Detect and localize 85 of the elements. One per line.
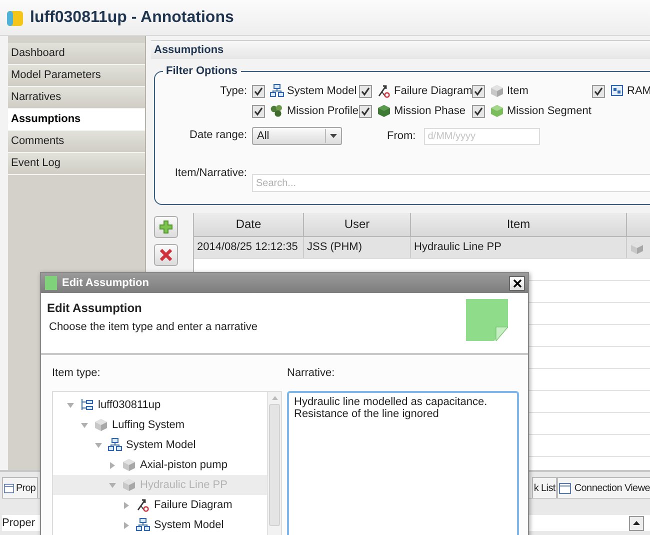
window-icon — [610, 84, 624, 98]
scrollbar[interactable] — [267, 392, 281, 535]
blob-icon — [270, 104, 284, 118]
cube-icon — [94, 418, 108, 432]
sidebar-item[interactable]: Comments — [8, 131, 145, 153]
up-arrow-icon — [633, 521, 640, 525]
tree-item[interactable]: System Model — [53, 515, 267, 535]
window-title: luff030811up - Annotations — [30, 8, 234, 26]
checkbox-label: System Model — [287, 85, 357, 97]
field-label: Item type: — [52, 367, 102, 381]
sidebar-item[interactable]: Assumptions — [8, 109, 145, 131]
panel-tab[interactable]: Prop — [2, 477, 38, 498]
up-arrow-icon — [272, 396, 278, 400]
field-label: Date range: — [188, 129, 247, 141]
checkbox-label: Failure Diagram — [394, 85, 472, 97]
tree-icon — [80, 398, 94, 412]
expand-arrow-icon — [95, 442, 102, 448]
hexagon-icon — [377, 104, 391, 118]
checkbox[interactable] — [359, 84, 372, 98]
panel-text: Proper — [2, 517, 36, 529]
delete-button[interactable] — [154, 244, 178, 266]
search-field[interactable]: Search... — [252, 174, 650, 192]
dialog-heading: Edit Assumption — [47, 301, 143, 315]
tree-item[interactable]: System Model — [53, 435, 267, 455]
collapse-arrow-icon — [109, 462, 116, 468]
dialog-subtitle: Choose the item type and enter a narrative — [48, 321, 258, 333]
table-cell: Hydraulic Line PP — [411, 237, 627, 258]
checkbox[interactable] — [472, 84, 485, 98]
hexagon-icon — [490, 104, 504, 118]
tree-item[interactable]: Failure Diagram — [53, 495, 267, 515]
add-button[interactable] — [154, 216, 178, 238]
date-field[interactable]: d/MM/yyyy — [424, 128, 540, 144]
panel-tab[interactable]: k List — [532, 477, 558, 498]
sidebar-item[interactable]: Model Parameters — [8, 65, 145, 87]
close-icon — [512, 278, 522, 288]
checkbox-label: Mission Segment — [507, 105, 592, 117]
scroll-up-button[interactable] — [629, 516, 644, 530]
close-button[interactable] — [509, 276, 525, 290]
expand-arrow-icon — [81, 422, 88, 428]
checkbox[interactable] — [472, 104, 485, 118]
cube-icon — [630, 240, 644, 254]
panel-icon — [559, 482, 572, 494]
sidebar-item[interactable]: Narratives — [8, 87, 145, 109]
checkbox-label: Mission Phase — [394, 105, 466, 117]
section-title: Assumptions — [151, 40, 650, 59]
collapse-arrow-icon — [123, 502, 130, 508]
cube-icon — [122, 478, 136, 492]
panel-title: Filter Options — [165, 65, 238, 77]
table-cell: JSS (PHM) — [304, 237, 411, 258]
scroll-thumb[interactable] — [269, 404, 280, 526]
checkbox[interactable] — [252, 104, 265, 118]
checkbox[interactable] — [252, 84, 265, 98]
arrow-icon — [377, 84, 391, 98]
field-label: Type: — [219, 85, 247, 97]
field-label: Item/Narrative: — [174, 166, 247, 178]
tree-item[interactable]: luff030811up — [53, 395, 267, 415]
narrative-field[interactable]: Hydraulic line modelled as capacitance. Resistance of the line ignored — [287, 391, 519, 535]
dropdown-arrow-icon — [330, 134, 336, 138]
field-label: From: — [387, 130, 416, 142]
panel-tab[interactable]: Connection Viewe — [557, 477, 650, 498]
expand-arrow-icon — [67, 402, 74, 408]
checkbox-label: Mission Profile — [287, 105, 359, 117]
checkbox[interactable] — [359, 104, 372, 118]
table-cell: 2014/08/25 12:12:35 — [194, 237, 304, 258]
sidebar-item[interactable]: Event Log — [8, 153, 145, 175]
field-label: Narrative: — [287, 367, 336, 381]
dialog-title: Edit Assumption — [62, 277, 150, 289]
checkbox[interactable] — [592, 84, 605, 98]
hierarchy-icon — [270, 84, 284, 98]
tree-item[interactable]: Axial-piston pump — [53, 455, 267, 475]
cube-icon — [490, 84, 504, 98]
date-range-dropdown[interactable]: All — [252, 127, 342, 145]
hierarchy-icon — [136, 518, 150, 532]
plus-icon — [159, 220, 173, 234]
checkbox-label: Item — [507, 85, 528, 97]
expand-arrow-icon — [109, 482, 116, 488]
sidebar-item[interactable]: Dashboard — [8, 43, 145, 65]
panel-icon — [4, 482, 14, 494]
x-icon — [159, 248, 173, 262]
collapse-arrow-icon — [123, 522, 130, 528]
arrow-icon — [136, 498, 150, 512]
table-row[interactable]: 2014/08/25 12:12:35 JSS (PHM) Hydraulic Line PP — [194, 237, 650, 259]
cube-icon — [122, 458, 136, 472]
hierarchy-icon — [108, 438, 122, 452]
tree-item[interactable]: Luffing System — [53, 415, 267, 435]
